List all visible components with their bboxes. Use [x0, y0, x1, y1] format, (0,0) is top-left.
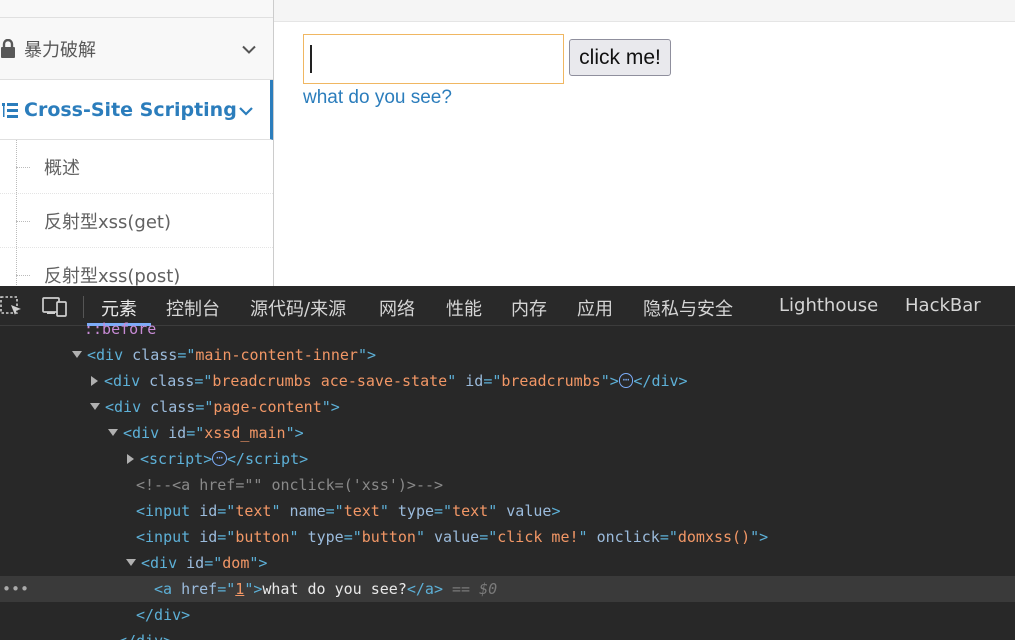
xss-text-input[interactable]	[303, 34, 564, 84]
list-tree-icon	[0, 100, 22, 120]
chevron-down-icon[interactable]	[241, 38, 257, 59]
sidebar-item-brute-force[interactable]: 暴力破解	[0, 18, 273, 80]
sidebar-item-label: Cross-Site Scripting	[24, 98, 237, 121]
tab-lighthouse[interactable]: Lighthouse	[779, 295, 878, 316]
expand-triangle-icon[interactable]	[127, 454, 134, 464]
lock-icon	[0, 38, 22, 59]
sidebar: 暴力破解 Cross-Site Scripting 概述 反射型xss(get)…	[0, 0, 274, 286]
click-me-button[interactable]: click me!	[569, 39, 671, 76]
collapse-triangle-icon[interactable]	[90, 403, 100, 410]
dom-line-script[interactable]: <script> ⋯ </script>	[0, 446, 1015, 472]
dom-line-close-div-2[interactable]: </div>	[0, 628, 1015, 640]
sidebar-subitem-reflected-get[interactable]: 反射型xss(get)	[0, 194, 273, 248]
dom-line-comment[interactable]: <!--<a href="" onclick=('xss')>-->	[0, 472, 1015, 498]
sidebar-top-item[interactable]	[0, 0, 273, 18]
dom-line-breadcrumbs[interactable]: <div class="breadcrumbs ace-save-state" …	[0, 368, 1015, 394]
dom-line-close-div[interactable]: </div>	[0, 602, 1015, 628]
breadcrumb-bar	[274, 0, 1015, 22]
sidebar-subitem-reflected-post[interactable]: 反射型xss(post)	[0, 248, 273, 286]
tab-hackbar[interactable]: HackBar	[905, 295, 981, 316]
sidebar-subitem-label: 反射型xss(get)	[44, 211, 172, 233]
dom-line-input-button[interactable]: <input id="button" type="button" value="…	[0, 524, 1015, 550]
text-caret	[310, 45, 312, 73]
what-do-you-see-link[interactable]: what do you see?	[303, 87, 452, 109]
dom-line-anchor-selected[interactable]: ••• <a href="1">what do you see?</a> == $…	[0, 576, 1015, 602]
dom-line-xssd-main[interactable]: <div id="xssd_main">	[0, 420, 1015, 446]
more-actions-icon[interactable]: •••	[2, 576, 29, 602]
dom-line-page-content[interactable]: <div class="page-content">	[0, 394, 1015, 420]
chevron-down-icon[interactable]	[238, 99, 254, 121]
devtools-panel: 元素 控制台 源代码/来源 网络 性能 内存 应用 隐私与安全 Lighthou…	[0, 286, 1015, 640]
ellipsis-icon[interactable]: ⋯	[212, 451, 227, 466]
dom-line-pseudo[interactable]: ::before	[0, 316, 1015, 342]
sidebar-subitem-label: 概述	[44, 157, 80, 179]
sidebar-subitem-overview[interactable]: 概述	[0, 140, 273, 194]
dom-line-main-content-inner[interactable]: <div class="main-content-inner">	[0, 342, 1015, 368]
collapse-triangle-icon[interactable]	[108, 429, 118, 436]
dom-line-input-text[interactable]: <input id="text" name="text" type="text"…	[0, 498, 1015, 524]
dom-tree: ::before <div class="main-content-inner"…	[0, 320, 1015, 640]
sidebar-subitem-label: 反射型xss(post)	[44, 265, 181, 287]
dom-line-div-dom[interactable]: <div id="dom">	[0, 550, 1015, 576]
expand-triangle-icon[interactable]	[91, 376, 98, 386]
collapse-triangle-icon[interactable]	[72, 351, 82, 358]
sidebar-item-xss[interactable]: Cross-Site Scripting	[0, 80, 273, 140]
webpage-viewport: 暴力破解 Cross-Site Scripting 概述 反射型xss(get)…	[0, 0, 1015, 286]
collapse-triangle-icon[interactable]	[126, 559, 136, 566]
ellipsis-icon[interactable]: ⋯	[618, 373, 634, 388]
sidebar-item-label: 暴力破解	[24, 39, 96, 61]
